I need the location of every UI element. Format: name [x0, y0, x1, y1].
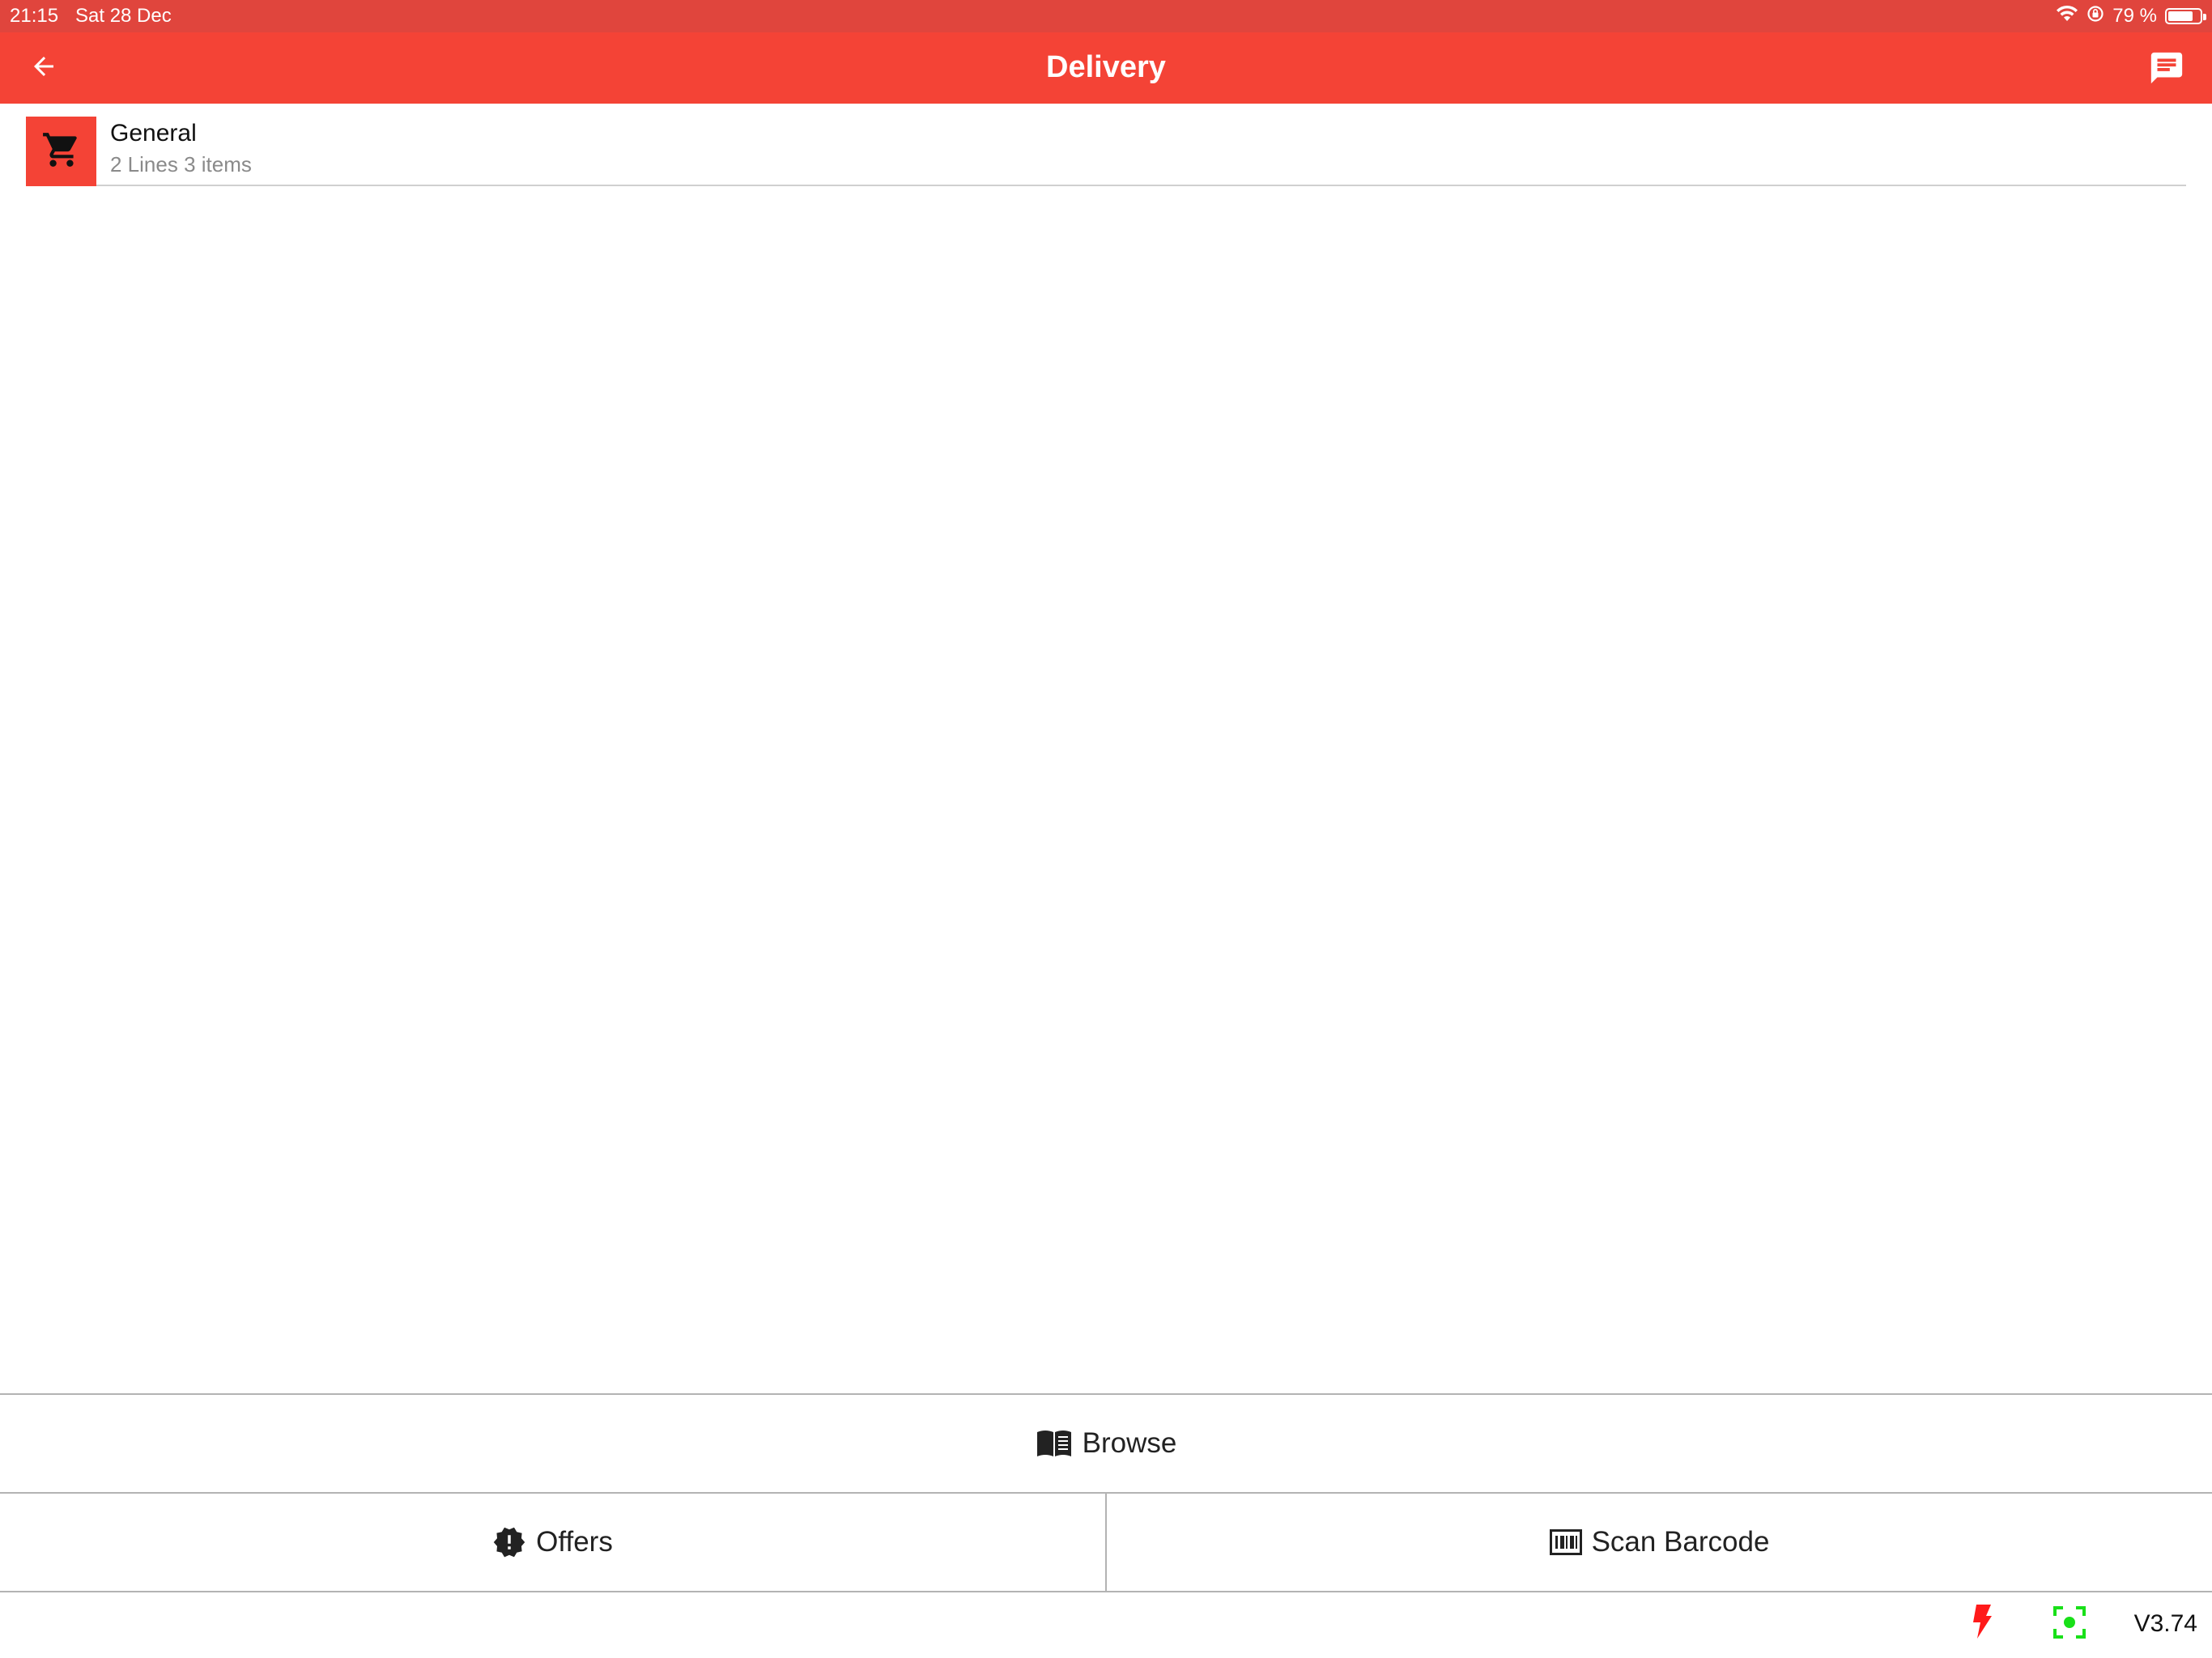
list-item[interactable]: General 2 Lines 3 items [26, 117, 2186, 186]
alert-badge-icon [492, 1525, 526, 1559]
app-screen: 21:15 Sat 28 Dec 79 % Delivery General 2… [0, 0, 2212, 1658]
offers-button[interactable]: Offers [0, 1494, 1105, 1591]
list-item-subtitle: 2 Lines 3 items [110, 152, 252, 176]
shopping-cart-icon [41, 130, 82, 174]
barcode-icon [1549, 1529, 1582, 1555]
divider [0, 1591, 2212, 1592]
status-right-group: 79 % [2056, 3, 2206, 29]
page-title: Delivery [1046, 50, 1166, 84]
status-time: 21:15 [10, 5, 59, 27]
status-bar: 21:15 Sat 28 Dec 79 % [0, 0, 2212, 32]
battery-tip [2203, 14, 2206, 20]
version-label: V3.74 [2133, 1610, 2197, 1637]
flash-button[interactable] [1969, 1604, 1995, 1643]
list-item-thumb [26, 117, 96, 186]
flash-icon [1972, 1604, 1993, 1643]
battery-fill [2168, 11, 2193, 21]
message-button[interactable] [2147, 50, 2186, 89]
list-divider [96, 185, 2186, 186]
message-icon [2148, 49, 2185, 91]
list-item-name: General [110, 120, 197, 147]
status-date: Sat 28 Dec [75, 5, 172, 27]
scan-barcode-button[interactable]: Scan Barcode [1107, 1494, 2212, 1591]
browse-label: Browse [1082, 1427, 1177, 1459]
wifi-icon [2056, 5, 2078, 28]
battery-icon [2165, 8, 2206, 24]
app-header: Delivery [0, 32, 2212, 104]
scanner-focus-icon [2053, 1605, 2086, 1643]
scan-barcode-label: Scan Barcode [1591, 1526, 1770, 1558]
orientation-lock-icon [2087, 5, 2104, 28]
open-book-icon [1036, 1427, 1073, 1460]
offers-label: Offers [536, 1526, 613, 1558]
browse-button[interactable]: Browse [0, 1395, 2212, 1492]
battery-percent: 79 % [2112, 5, 2157, 27]
scanner-button[interactable] [2053, 1605, 2086, 1643]
